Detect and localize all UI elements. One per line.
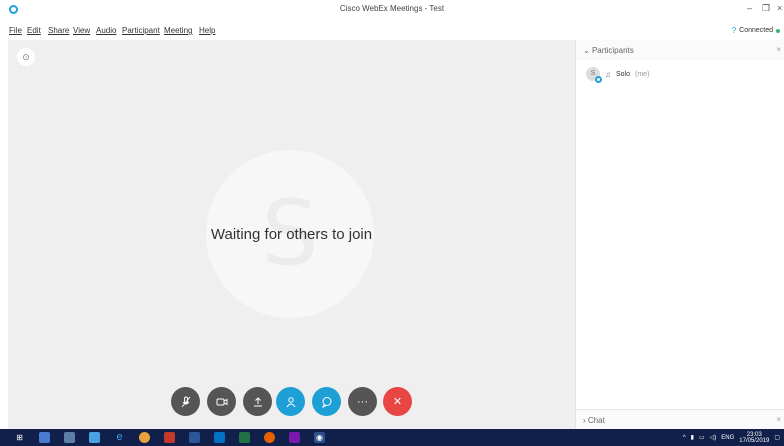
microphone-muted-icon (181, 396, 190, 407)
menu-edit[interactable]: Edit (27, 26, 41, 35)
outlook-icon[interactable] (214, 432, 225, 443)
chrome-icon[interactable] (139, 432, 150, 443)
app-icon-2[interactable] (89, 432, 100, 443)
participant-row[interactable]: S ♫ Solo (me) (586, 66, 650, 83)
file-explorer-icon[interactable] (39, 432, 50, 443)
participant-role: (me) (635, 70, 650, 78)
access-icon[interactable] (164, 432, 175, 443)
language-indicator[interactable]: ENG (721, 435, 734, 441)
connection-label: Connected (739, 27, 773, 34)
participant-initial: S (590, 70, 596, 77)
app-icon-1[interactable] (64, 432, 75, 443)
info-icon[interactable]: ⊙ (17, 48, 35, 66)
participants-header[interactable]: ⌄ Participants × (576, 40, 784, 60)
menu-file[interactable]: File (9, 26, 22, 35)
close-window-icon[interactable]: × (777, 3, 782, 13)
host-badge-icon (595, 76, 602, 83)
mute-button[interactable] (171, 387, 200, 416)
waiting-message: Waiting for others to join (210, 226, 373, 243)
menu-view[interactable]: View (73, 26, 90, 35)
chat-header-label: › Chat (583, 416, 605, 425)
restore-icon[interactable]: ❐ (762, 3, 770, 14)
meeting-stage: ⊙ S Waiting for others to join ··· ✕ (8, 40, 575, 429)
chat-title: Chat (587, 416, 605, 425)
excel-icon[interactable] (239, 432, 250, 443)
clock-date: 17/05/2019 (739, 437, 770, 444)
participants-title: Participants (591, 46, 634, 55)
leave-meeting-button[interactable]: ✕ (383, 387, 412, 416)
more-options-button[interactable]: ··· (348, 387, 377, 416)
video-button[interactable] (207, 387, 236, 416)
system-tray: ^ ▮ ▭ ◁) ENG 23:03 17/05/2019 ▢ (683, 431, 780, 444)
windows-start-icon[interactable]: ⊞ (14, 432, 25, 443)
minimize-icon[interactable]: – (747, 3, 752, 13)
connection-status: ? Connected (732, 26, 780, 35)
share-button[interactable] (243, 387, 272, 416)
video-camera-icon (216, 398, 227, 405)
connection-indicator-icon (776, 28, 780, 33)
chat-close-icon[interactable]: × (776, 415, 781, 424)
window-title: Cisco WebEx Meetings - Test (339, 4, 445, 13)
side-panel: ⌄ Participants × S ♫ Solo (me) › Chat × (575, 40, 784, 429)
more-options-icon: ··· (357, 395, 368, 408)
participants-button[interactable] (276, 387, 305, 416)
participants-header-label: ⌄ Participants (583, 46, 634, 55)
share-upload-icon (253, 396, 262, 406)
menu-share[interactable]: Share (48, 26, 69, 35)
chevron-right-icon: › (583, 416, 586, 425)
word-icon[interactable] (189, 432, 200, 443)
edge-browser-icon[interactable]: e (114, 432, 125, 443)
chat-button[interactable] (312, 387, 341, 416)
headset-icon: ♫ (605, 69, 611, 79)
chat-header[interactable]: › Chat × (576, 409, 784, 429)
battery-icon[interactable]: ▭ (699, 434, 705, 441)
taskbar: ⊞ e ◉ ^ ▮ ▭ ◁) ENG 23:03 17/05/2019 ▢ (0, 429, 784, 446)
menu-audio[interactable]: Audio (96, 26, 116, 35)
onenote-icon[interactable] (289, 432, 300, 443)
chevron-down-icon: ⌄ (583, 46, 590, 55)
firefox-icon[interactable] (264, 432, 275, 443)
network-icon[interactable]: ▮ (691, 434, 694, 441)
tray-expand-icon[interactable]: ^ (683, 435, 686, 441)
notifications-icon[interactable]: ▢ (774, 434, 780, 441)
participants-icon (286, 396, 295, 407)
volume-icon[interactable]: ◁) (710, 434, 717, 441)
chat-bubble-icon (321, 396, 331, 408)
menu-help[interactable]: Help (199, 26, 215, 35)
close-icon: ✕ (392, 396, 403, 408)
participant-name: Solo (616, 70, 631, 78)
help-question-icon[interactable]: ? (732, 26, 736, 35)
menu-meeting[interactable]: Meeting (164, 26, 192, 35)
title-bar: Cisco WebEx Meetings - Test – ❐ × (0, 0, 784, 20)
clock[interactable]: 23:03 17/05/2019 (739, 432, 769, 444)
participant-avatar: S (586, 67, 602, 83)
menu-bar: File Edit Share View Audio Participant M… (0, 20, 784, 40)
webex-taskbar-icon[interactable]: ◉ (314, 432, 325, 443)
panel-close-icon[interactable]: × (776, 45, 781, 54)
menu-participant[interactable]: Participant (122, 26, 160, 35)
